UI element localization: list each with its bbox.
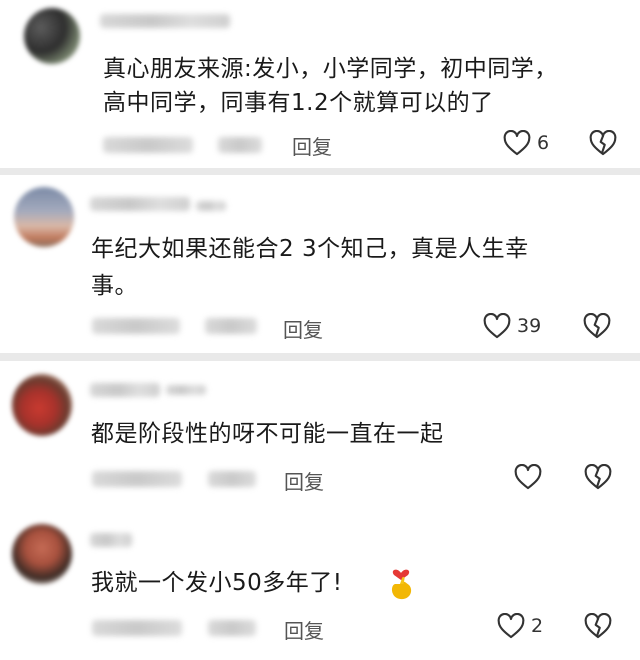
reply-button[interactable]: 回复 bbox=[284, 466, 324, 495]
comment-card: 年纪大如果还能合2 3个知己，真是人生幸 事。 回复 39 bbox=[0, 175, 640, 352]
reply-button[interactable]: 回复 bbox=[284, 615, 324, 644]
finger-heart-emoji bbox=[391, 569, 412, 600]
heart-outline-icon bbox=[514, 464, 542, 490]
comment-meta-blurred bbox=[92, 620, 182, 636]
avatar[interactable] bbox=[14, 187, 74, 247]
broken-heart-icon bbox=[584, 463, 612, 490]
comment-meta-blurred bbox=[218, 137, 262, 153]
comment-text-line: 真心朋友来源:发小，小学同学，初中同学， bbox=[103, 56, 558, 82]
comment-text-line: 年纪大如果还能合2 3个知己，真是人生幸 bbox=[91, 236, 529, 262]
username-blurred[interactable] bbox=[100, 14, 230, 28]
heart-outline-icon bbox=[497, 613, 525, 639]
dislike-button[interactable] bbox=[583, 312, 611, 343]
heart-outline-icon bbox=[503, 130, 531, 156]
like-count: 2 bbox=[531, 615, 544, 637]
like-count: 6 bbox=[537, 132, 550, 154]
like-button[interactable]: 2 bbox=[497, 613, 543, 639]
comment-meta-blurred bbox=[103, 137, 193, 153]
comment-meta-blurred bbox=[92, 471, 182, 487]
comment-meta-blurred bbox=[208, 620, 256, 636]
comment-text-line: 我就一个发小50多年了! bbox=[91, 570, 343, 596]
avatar[interactable] bbox=[12, 524, 72, 584]
username-blurred bbox=[196, 201, 226, 211]
like-button[interactable]: 6 bbox=[503, 130, 549, 156]
reply-button[interactable]: 回复 bbox=[292, 131, 332, 160]
dislike-button[interactable] bbox=[584, 612, 612, 643]
avatar[interactable] bbox=[12, 374, 72, 436]
avatar[interactable] bbox=[24, 8, 80, 64]
username-blurred[interactable] bbox=[90, 533, 132, 547]
comment-meta-blurred bbox=[92, 318, 180, 334]
separator bbox=[0, 353, 640, 361]
username-blurred bbox=[166, 385, 206, 395]
comment-meta-blurred bbox=[205, 318, 257, 334]
comment-text-line: 都是阶段性的呀不可能一直在一起 bbox=[91, 421, 444, 447]
comment-card: 都是阶段性的呀不可能一直在一起 回复 我就一个发小50多年了! 回复 2 bbox=[0, 361, 640, 660]
comment-text-line: 事。 bbox=[91, 273, 138, 299]
like-button[interactable] bbox=[514, 464, 548, 490]
broken-heart-icon bbox=[584, 612, 612, 639]
broken-heart-icon bbox=[583, 312, 611, 339]
username-blurred[interactable] bbox=[90, 197, 190, 211]
reply-button[interactable]: 回复 bbox=[283, 314, 323, 343]
comment-card: 真心朋友来源:发小，小学同学，初中同学， 高中同学，同事有1.2个就算可以的了 … bbox=[0, 0, 640, 168]
dislike-button[interactable] bbox=[589, 129, 617, 160]
heart-outline-icon bbox=[483, 313, 511, 339]
dislike-button[interactable] bbox=[584, 463, 612, 494]
comment-text-line: 高中同学，同事有1.2个就算可以的了 bbox=[103, 90, 494, 116]
comment-meta-blurred bbox=[208, 471, 256, 487]
like-button[interactable]: 39 bbox=[483, 313, 541, 339]
like-count: 39 bbox=[517, 315, 542, 337]
username-blurred[interactable] bbox=[90, 383, 160, 397]
broken-heart-icon bbox=[589, 129, 617, 156]
